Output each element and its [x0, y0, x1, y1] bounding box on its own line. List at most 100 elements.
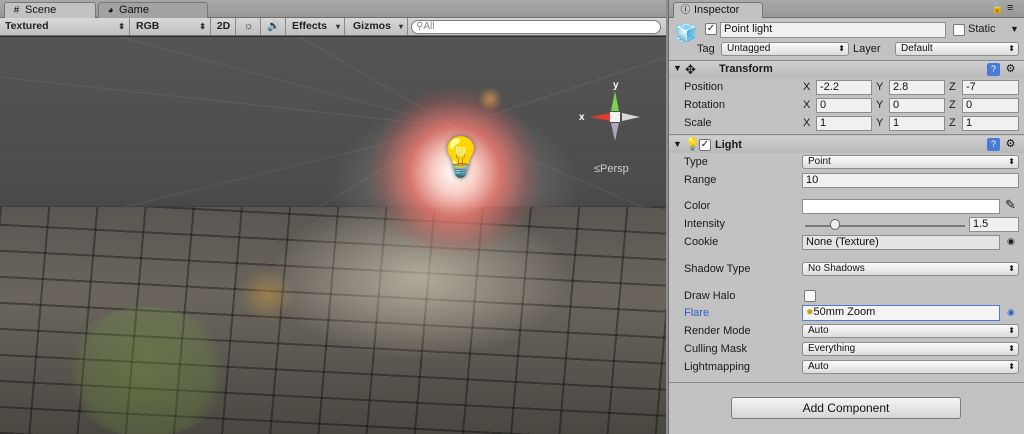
transform-title: Transform	[719, 63, 773, 75]
y-axis-cone-icon[interactable]	[611, 91, 619, 111]
scene-tabbar: # Scene ◕ Game	[0, 0, 666, 18]
lock-icon[interactable]: 🔒	[991, 3, 1003, 14]
axis-z-label[interactable]: Z	[949, 117, 956, 129]
divider	[669, 382, 1024, 383]
transform-x-input[interactable]: 1	[816, 116, 872, 131]
tab-game[interactable]: ◕ Game	[98, 2, 208, 18]
neg-x-axis-cone-icon[interactable]	[622, 113, 640, 121]
scene-panel: # Scene ◕ Game Textured ⬍ RGB ⬍ 2D ☼ 🔊 Effec…	[0, 0, 666, 434]
axis-x-label[interactable]: X	[803, 99, 810, 111]
flare-label: Flare	[684, 307, 710, 319]
axis-z-label[interactable]: Z	[949, 81, 956, 93]
orientation-gizmo[interactable]: y x	[578, 79, 648, 149]
axis-x-label[interactable]: X	[803, 81, 810, 93]
cookie-label: Cookie	[684, 236, 719, 248]
object-picker-icon[interactable]: ◉	[1007, 307, 1015, 318]
scene-audio-toggle[interactable]: 🔊	[262, 18, 286, 35]
culling-mask-dropdown[interactable]: Everything ⬍	[802, 342, 1019, 356]
color-swatch[interactable]	[802, 199, 1000, 214]
color-label: Color	[684, 200, 711, 212]
help-book-icon[interactable]: ?	[987, 63, 1000, 76]
active-checkbox[interactable]: ✓	[705, 23, 717, 35]
scene-grid-icon: #	[13, 5, 20, 16]
light-bulb-icon[interactable]: 💡	[437, 135, 484, 181]
range-label: Range	[684, 174, 717, 186]
gameobject-cube-icon: 🧊	[675, 23, 698, 43]
transform-y-input[interactable]: 1	[889, 116, 945, 131]
sun-icon: ☼	[243, 20, 254, 32]
projection-label[interactable]: ≤Persp	[594, 163, 629, 175]
chevron-down-icon[interactable]: ▼	[1010, 24, 1019, 34]
chevron-down-icon: ▾	[335, 22, 340, 31]
eyedropper-icon[interactable]: ✎	[1005, 197, 1016, 213]
transform-x-input[interactable]: 0	[816, 98, 872, 113]
x-axis-cone-icon[interactable]	[590, 113, 610, 121]
intensity-slider-thumb[interactable]	[830, 219, 841, 230]
effects-dropdown[interactable]: Effects ▾	[287, 18, 345, 35]
menu-icon[interactable]: ≡	[1007, 2, 1013, 14]
tab-scene[interactable]: # Scene	[4, 2, 96, 18]
scene-lighting-toggle[interactable]: ☼	[237, 18, 261, 35]
lightmapping-dropdown[interactable]: Auto ⬍	[802, 360, 1019, 374]
transform-x-input[interactable]: -2.2	[816, 80, 872, 95]
updown-arrow-icon: ⬍	[1008, 344, 1015, 353]
gizmos-dropdown[interactable]: Gizmos ▾	[348, 18, 408, 35]
foldout-arrow-icon[interactable]: ▼	[673, 63, 682, 73]
intensity-slider-track[interactable]	[805, 225, 965, 227]
tag-dropdown[interactable]: Untagged ⬍	[721, 42, 849, 56]
gear-icon[interactable]: ⚙	[1004, 138, 1017, 151]
draw-halo-label: Draw Halo	[684, 290, 736, 302]
axis-y-label: y	[613, 80, 619, 91]
draw-mode-dropdown[interactable]: Textured ⬍	[0, 18, 130, 35]
draw-halo-checkbox[interactable]	[804, 290, 816, 302]
scene-search-input[interactable]: ⚲All	[411, 20, 661, 34]
updown-arrow-icon: ⬍	[1008, 157, 1015, 166]
light-type-dropdown[interactable]: Point ⬍	[802, 155, 1019, 169]
shadow-type-dropdown[interactable]: No Shadows ⬍	[802, 262, 1019, 276]
axis-y-label[interactable]: Y	[876, 117, 883, 129]
transform-row-label: Scale	[684, 117, 712, 129]
axis-x-label: x	[579, 112, 585, 123]
scene-toolbar: Textured ⬍ RGB ⬍ 2D ☼ 🔊 Effects ▾ Gizmos ▾ ⚲…	[0, 18, 666, 36]
axis-y-label[interactable]: Y	[876, 99, 883, 111]
updown-arrow-icon: ⬍	[1008, 44, 1015, 53]
object-picker-icon[interactable]: ◉	[1007, 236, 1015, 247]
z-axis-cone-icon[interactable]	[611, 123, 619, 141]
range-input[interactable]: 10	[802, 173, 1019, 188]
help-book-icon[interactable]: ?	[987, 138, 1000, 151]
2d-toggle-button[interactable]: 2D	[212, 18, 236, 35]
transform-row-label: Rotation	[684, 99, 725, 111]
lens-flare-ring	[62, 307, 232, 434]
updown-arrow-icon: ⬍	[838, 44, 845, 53]
transform-y-input[interactable]: 0	[889, 98, 945, 113]
intensity-input[interactable]: 1.5	[969, 217, 1019, 232]
object-name-input[interactable]: Point light	[720, 22, 946, 38]
shadow-type-label: Shadow Type	[684, 263, 751, 275]
render-mode-dropdown[interactable]: RGB ⬍	[131, 18, 211, 35]
gear-icon[interactable]: ⚙	[1004, 63, 1017, 76]
axis-y-label[interactable]: Y	[876, 81, 883, 93]
light-enabled-checkbox[interactable]: ✓	[699, 139, 711, 151]
transform-z-input[interactable]: 0	[962, 98, 1019, 113]
center-cube-icon[interactable]	[610, 112, 620, 122]
scene-viewport[interactable]: 💡 y x ≤Persp	[0, 37, 666, 434]
axis-z-label[interactable]: Z	[949, 99, 956, 111]
lens-flare-ring	[240, 267, 295, 322]
transform-y-input[interactable]: 2.8	[889, 80, 945, 95]
foldout-arrow-icon[interactable]: ▼	[673, 139, 682, 149]
intensity-label: Intensity	[684, 218, 725, 230]
transform-z-input[interactable]: -7	[962, 80, 1019, 95]
axis-x-label[interactable]: X	[803, 117, 810, 129]
static-label: Static	[968, 23, 996, 35]
flare-object-field[interactable]: ✹50mm Zoom	[802, 305, 1000, 321]
type-label: Type	[684, 156, 708, 168]
transform-row-label: Position	[684, 81, 724, 93]
tab-inspector[interactable]: ⓘ Inspector	[673, 2, 763, 18]
transform-z-input[interactable]: 1	[962, 116, 1019, 131]
add-component-button[interactable]: Add Component	[731, 397, 961, 419]
render-mode-dropdown[interactable]: Auto ⬍	[802, 324, 1019, 338]
layer-dropdown[interactable]: Default ⬍	[895, 42, 1019, 56]
static-checkbox[interactable]	[953, 24, 965, 36]
cookie-object-field[interactable]: None (Texture)	[802, 235, 1000, 250]
flare-asset-icon: ✹	[806, 307, 814, 317]
